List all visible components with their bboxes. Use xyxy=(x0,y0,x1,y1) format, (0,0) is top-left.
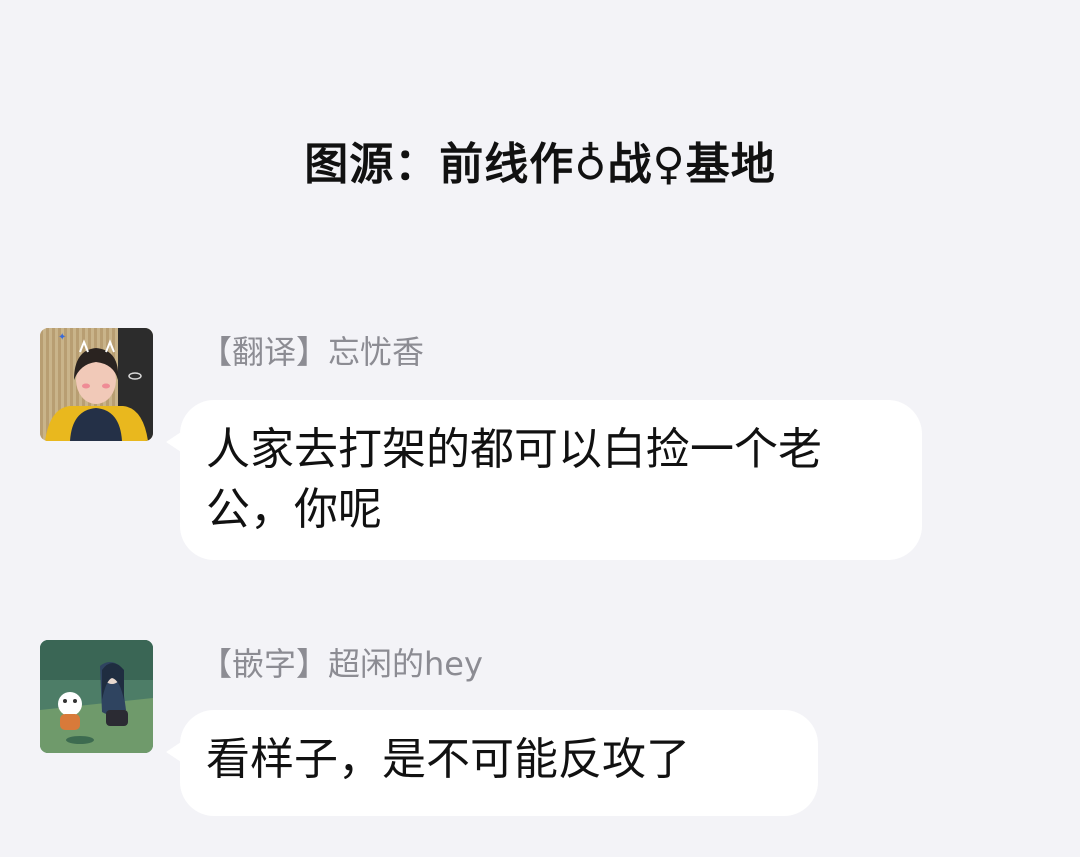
person-photo-avatar-icon: ✦ xyxy=(40,328,153,441)
avatar[interactable]: ✦ xyxy=(40,328,153,441)
anime-illustration-avatar-icon xyxy=(40,640,153,753)
message-text: 人家去打架的都可以白捡一个老公，你呢 xyxy=(206,424,822,535)
avatar[interactable] xyxy=(40,640,153,753)
svg-text:✦: ✦ xyxy=(58,332,66,343)
message-bubble[interactable]: 看样子，是不可能反攻了 xyxy=(166,710,818,816)
message-text: 看样子，是不可能反攻了 xyxy=(206,734,690,785)
image-source-caption: 图源：前线作♁战♀基地 xyxy=(304,139,776,190)
sender-name: 【翻译】忘忧香 xyxy=(200,333,425,371)
sender-name: 【嵌字】超闲的hey xyxy=(200,645,483,683)
chat-message: 【嵌字】超闲的hey 看样子，是不可能反攻了 xyxy=(40,640,1040,816)
message-bubble[interactable]: 人家去打架的都可以白捡一个老公，你呢 xyxy=(166,400,922,560)
chat-message: ✦ 【翻译】忘忧香 人家去打架的都可以白捡一个老公，你呢 xyxy=(40,328,1040,560)
